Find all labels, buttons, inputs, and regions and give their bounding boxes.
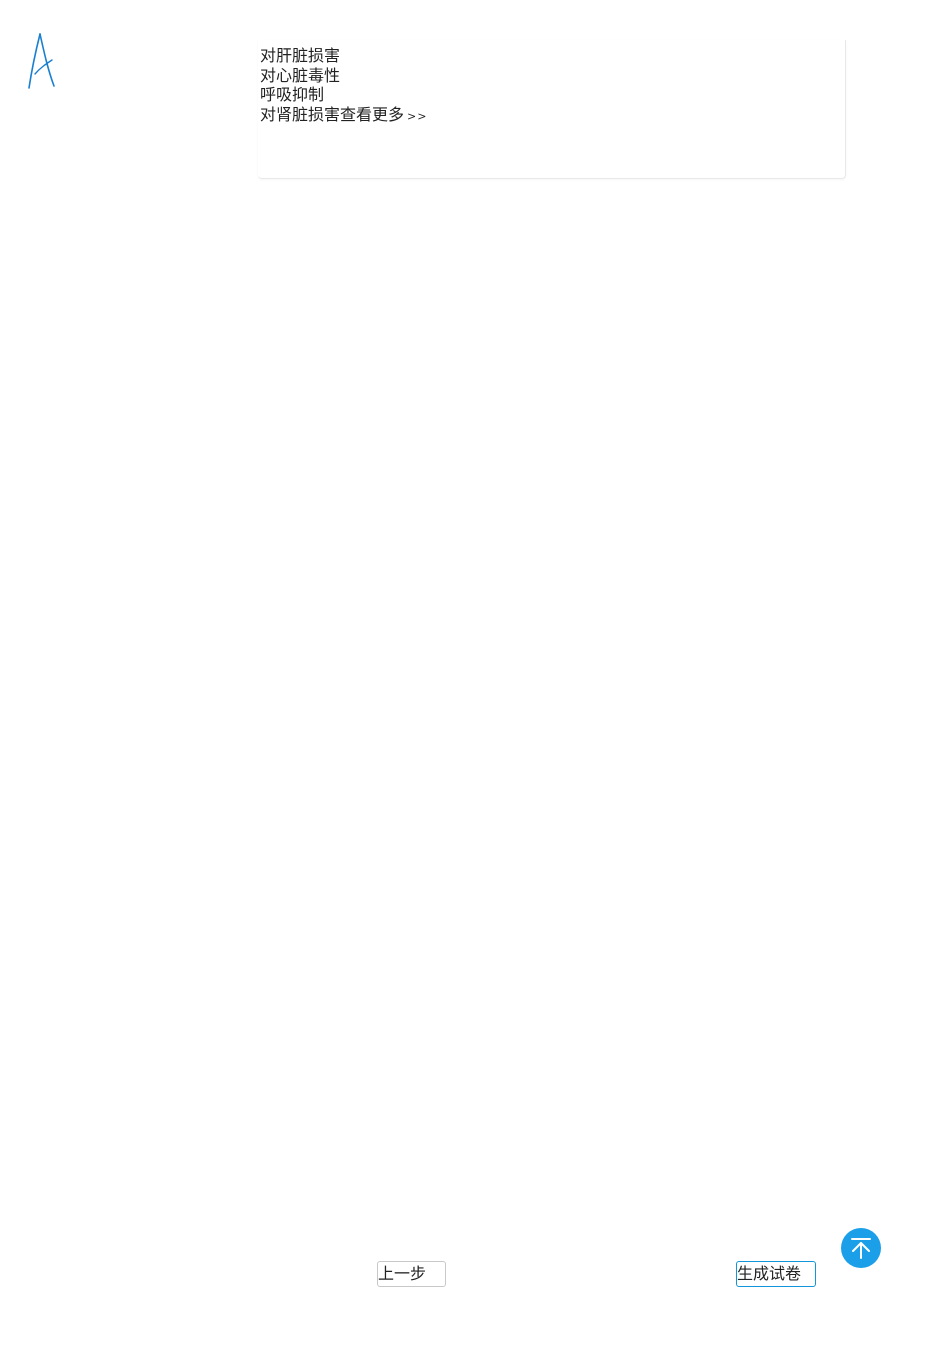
generate-paper-button[interactable]: 生成试卷 xyxy=(736,1261,816,1287)
answer-option-row: 对肾脏损害查看更多 >> xyxy=(260,105,427,125)
answer-option-list: 对肝脏损害 对心脏毒性 呼吸抑制 对肾脏损害查看更多 >> xyxy=(260,46,427,124)
view-more-arrow: >> xyxy=(407,109,428,123)
answer-options-card: 对肝脏损害 对心脏毒性 呼吸抑制 对肾脏损害查看更多 >> xyxy=(258,40,846,179)
answer-option: 对心脏毒性 xyxy=(260,65,341,85)
answer-option: 对肾脏损害 xyxy=(260,104,341,124)
answer-option: 对肝脏损害 xyxy=(260,46,341,65)
view-more-link[interactable]: 查看更多 >> xyxy=(340,105,427,124)
previous-step-button[interactable]: 上一步 xyxy=(377,1261,446,1287)
back-to-top-button[interactable] xyxy=(841,1228,881,1268)
page: 对肝脏损害 对心脏毒性 呼吸抑制 对肾脏损害查看更多 >> 上一步 生成试卷 xyxy=(0,0,950,1346)
logo-icon xyxy=(28,33,55,89)
answer-option: 呼吸抑制 xyxy=(260,85,325,104)
view-more-label: 查看更多 xyxy=(340,104,405,124)
arrow-up-to-top-icon xyxy=(851,1238,871,1259)
